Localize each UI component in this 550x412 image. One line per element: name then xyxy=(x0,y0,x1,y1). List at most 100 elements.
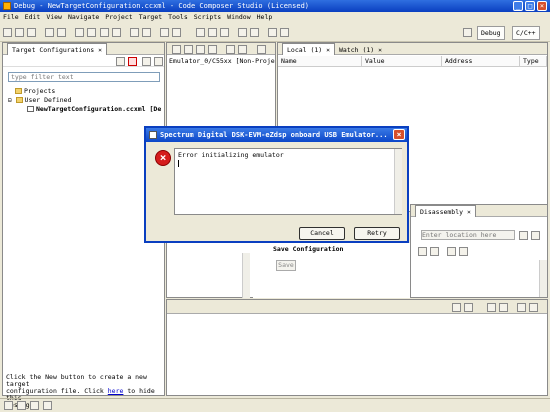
col-value[interactable]: Value xyxy=(362,56,442,67)
tab-target-configurations[interactable]: Target Configurations × xyxy=(7,43,108,55)
refresh-icon[interactable] xyxy=(112,28,121,37)
status-icon-4[interactable] xyxy=(43,401,52,410)
display-console-icon[interactable] xyxy=(499,303,508,312)
col-name[interactable]: Name xyxy=(278,56,362,67)
col-address[interactable]: Address xyxy=(442,56,520,67)
print-icon[interactable] xyxy=(27,28,36,37)
console-panel xyxy=(166,299,548,396)
error-message-box: Error initializing emulator xyxy=(174,148,402,215)
cancel-button[interactable]: Cancel xyxy=(299,227,345,240)
perspective-debug[interactable]: Debug xyxy=(477,26,505,40)
go-icon[interactable] xyxy=(531,231,540,240)
tree-item-user-defined[interactable]: ⊟ User Defined xyxy=(8,96,72,104)
menu-target[interactable]: Target xyxy=(139,13,162,21)
launch-icon[interactable] xyxy=(87,28,96,37)
prev-annotation-icon[interactable] xyxy=(250,28,259,37)
menu-navigate[interactable]: Navigate xyxy=(68,13,99,21)
pencil-icon[interactable] xyxy=(196,28,205,37)
menu-view[interactable]: View xyxy=(46,13,62,21)
maximize-view-icon[interactable] xyxy=(529,303,538,312)
status-icon-3[interactable] xyxy=(30,401,39,410)
next-annotation-icon[interactable] xyxy=(238,28,247,37)
tree-item-config-file[interactable]: NewTargetConfiguration.ccxml [De xyxy=(27,105,161,113)
new-config-icon[interactable] xyxy=(116,57,125,66)
pin-icon[interactable] xyxy=(487,303,496,312)
dialog-close-button[interactable]: × xyxy=(393,129,405,140)
menu-edit[interactable]: Edit xyxy=(25,13,41,21)
minimize-button[interactable]: _ xyxy=(513,1,523,11)
close-button[interactable]: × xyxy=(537,1,547,11)
app-icon xyxy=(3,2,11,10)
paste-icon[interactable] xyxy=(220,28,229,37)
save-config-area: Save Configuration Save xyxy=(253,243,410,298)
menu-project[interactable]: Project xyxy=(105,13,132,21)
help-link[interactable]: here xyxy=(108,387,124,395)
search-icon[interactable] xyxy=(100,28,109,37)
tab-local[interactable]: Local (1) × xyxy=(282,43,336,55)
folder-icon xyxy=(15,88,22,94)
perspective-cpp[interactable]: C/C++ xyxy=(512,26,540,40)
tools-icon[interactable] xyxy=(172,28,181,37)
status-bar xyxy=(0,398,550,412)
debug-toolbar-icon[interactable] xyxy=(172,45,181,54)
variables-tabbar: Local (1) × Watch (1) × xyxy=(278,43,547,55)
open-perspective-icon[interactable] xyxy=(463,28,472,37)
dialog-title-bar: Spectrum Digital DSK-EVM-eZdsp onboard U… xyxy=(146,128,407,142)
menu-tools[interactable]: Tools xyxy=(168,13,188,21)
maximize-button[interactable]: □ xyxy=(525,1,535,11)
col-type[interactable]: Type xyxy=(520,56,547,67)
step-icon[interactable] xyxy=(184,45,193,54)
profile-icon[interactable] xyxy=(160,28,169,37)
step-over-icon[interactable] xyxy=(196,45,205,54)
delete-icon[interactable] xyxy=(128,57,137,66)
home-icon[interactable] xyxy=(418,247,427,256)
link-disasm-icon[interactable] xyxy=(447,247,456,256)
variables-header: Name Value Address Type xyxy=(278,56,547,68)
menu-help[interactable]: Help xyxy=(257,13,273,21)
step-return-icon[interactable] xyxy=(208,45,217,54)
cpp-perspective-label: C/C++ xyxy=(516,29,536,37)
terminate-icon[interactable] xyxy=(238,45,247,54)
watch-tab-label: Watch (1) xyxy=(338,46,375,54)
message-vscroll[interactable] xyxy=(394,149,402,214)
expand-icon[interactable]: ⊟ xyxy=(8,97,12,104)
build-icon[interactable] xyxy=(57,28,66,37)
run-icon[interactable] xyxy=(142,28,151,37)
open-type-icon[interactable] xyxy=(45,28,54,37)
refresh-disasm-icon[interactable] xyxy=(430,247,439,256)
editor-vscroll[interactable] xyxy=(242,253,250,298)
minimize-view-icon[interactable] xyxy=(517,303,526,312)
location-input[interactable] xyxy=(421,230,515,240)
retry-label: Retry xyxy=(367,229,387,237)
tab-watch[interactable]: Watch (1) × xyxy=(339,46,382,54)
menu-file[interactable]: File xyxy=(3,13,19,21)
menu-scripts[interactable]: Scripts xyxy=(194,13,221,21)
sync-icon[interactable] xyxy=(459,247,468,256)
clear-console-icon[interactable] xyxy=(464,303,473,312)
save-icon[interactable] xyxy=(15,28,24,37)
debug-icon[interactable] xyxy=(75,28,84,37)
disassembly-tab-label: Disassembly xyxy=(420,208,464,216)
save-button[interactable]: Save xyxy=(276,260,296,271)
copy-icon[interactable] xyxy=(208,28,217,37)
new-icon[interactable] xyxy=(3,28,12,37)
location-dropdown-icon[interactable] xyxy=(519,231,528,240)
view-menu-icon[interactable] xyxy=(154,57,163,66)
debug-menu-icon[interactable] xyxy=(257,45,266,54)
status-icon-2[interactable] xyxy=(17,401,26,410)
back-icon[interactable] xyxy=(268,28,277,37)
retry-button[interactable]: Retry xyxy=(354,227,400,240)
fast-view-icon[interactable] xyxy=(4,401,13,410)
menu-window[interactable]: Window xyxy=(227,13,250,21)
link-icon[interactable] xyxy=(142,57,151,66)
console-icon[interactable] xyxy=(452,303,461,312)
disasm-vscroll[interactable] xyxy=(539,260,547,297)
debug-target-label[interactable]: Emulator_0/C55xx [Non-Project Deb xyxy=(169,57,275,65)
filter-input[interactable] xyxy=(8,72,160,82)
forward-icon[interactable] xyxy=(280,28,289,37)
error-icon: × xyxy=(155,150,171,166)
bug-icon[interactable] xyxy=(130,28,139,37)
restart-icon[interactable] xyxy=(226,45,235,54)
tree-item-projects[interactable]: Projects xyxy=(15,87,55,95)
tab-disassembly[interactable]: Disassembly × xyxy=(415,205,476,217)
